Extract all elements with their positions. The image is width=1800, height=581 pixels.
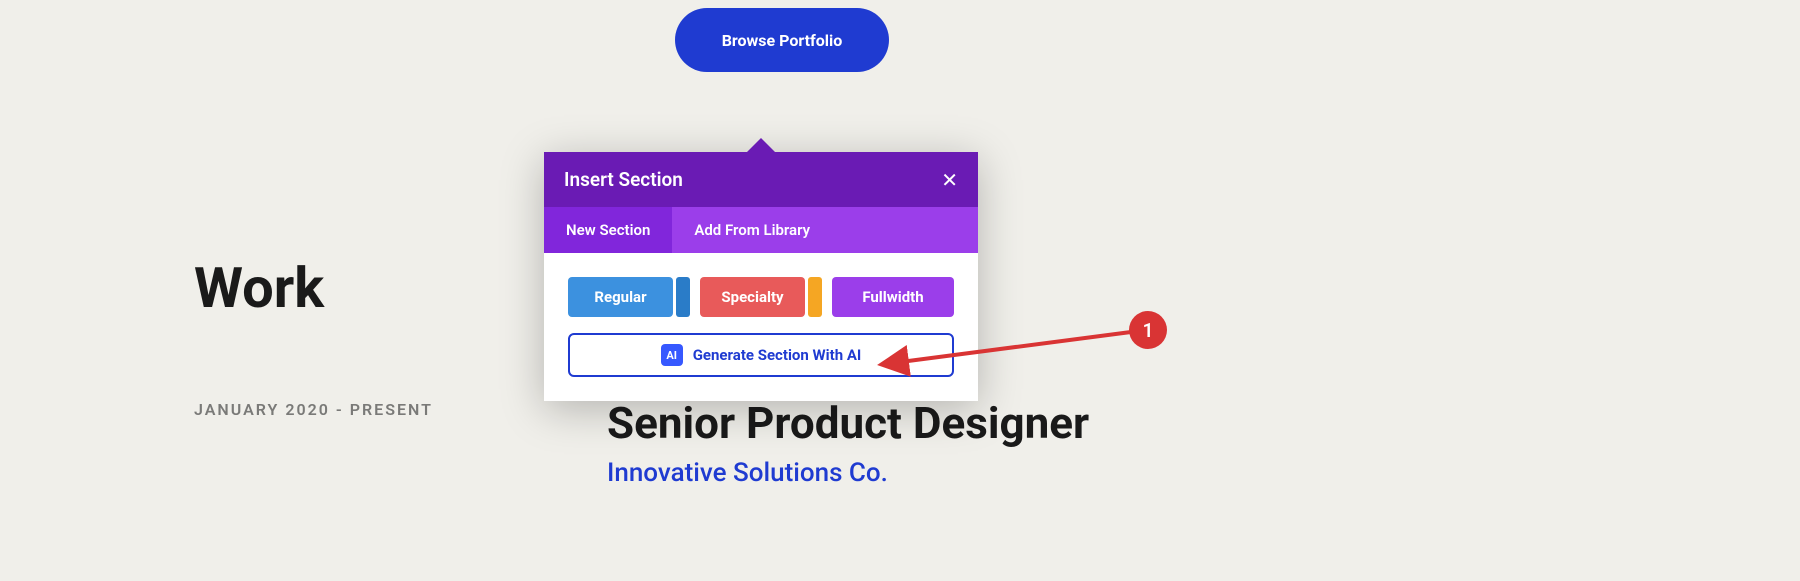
section-type-regular-label: Regular	[568, 277, 673, 317]
section-type-fullwidth-label: Fullwidth	[832, 277, 954, 317]
section-type-specialty[interactable]: Specialty	[700, 277, 822, 317]
panel-pointer	[747, 138, 775, 152]
browse-portfolio-button[interactable]: Browse Portfolio	[675, 8, 889, 72]
work-heading: Work	[194, 255, 324, 321]
section-type-specialty-label: Specialty	[700, 277, 805, 317]
section-type-specialty-handle[interactable]	[808, 277, 822, 317]
work-company: Innovative Solutions Co.	[607, 458, 888, 488]
work-job-title: Senior Product Designer	[607, 397, 1089, 449]
insert-section-panel: Insert Section ✕ New Section Add From Li…	[544, 152, 978, 401]
generate-section-ai-button[interactable]: AI Generate Section With AI	[568, 333, 954, 377]
ai-icon: AI	[661, 344, 683, 366]
tab-add-from-library[interactable]: Add From Library	[672, 207, 832, 253]
work-date-range: JANUARY 2020 - PRESENT	[194, 400, 433, 419]
generate-section-ai-label: Generate Section With AI	[693, 346, 862, 364]
section-type-row: Regular Specialty Fullwidth	[568, 277, 954, 317]
section-type-regular-handle[interactable]	[676, 277, 690, 317]
close-icon[interactable]: ✕	[941, 170, 958, 190]
browse-portfolio-label: Browse Portfolio	[722, 31, 843, 50]
section-type-fullwidth[interactable]: Fullwidth	[832, 277, 954, 317]
tab-new-section[interactable]: New Section	[544, 207, 672, 253]
panel-body: Regular Specialty Fullwidth AI Generate …	[544, 253, 978, 401]
panel-tabs: New Section Add From Library	[544, 207, 978, 253]
annotation-badge-1: 1	[1129, 311, 1167, 349]
panel-header: Insert Section ✕	[544, 152, 978, 207]
panel-title: Insert Section	[564, 168, 683, 191]
section-type-regular[interactable]: Regular	[568, 277, 690, 317]
